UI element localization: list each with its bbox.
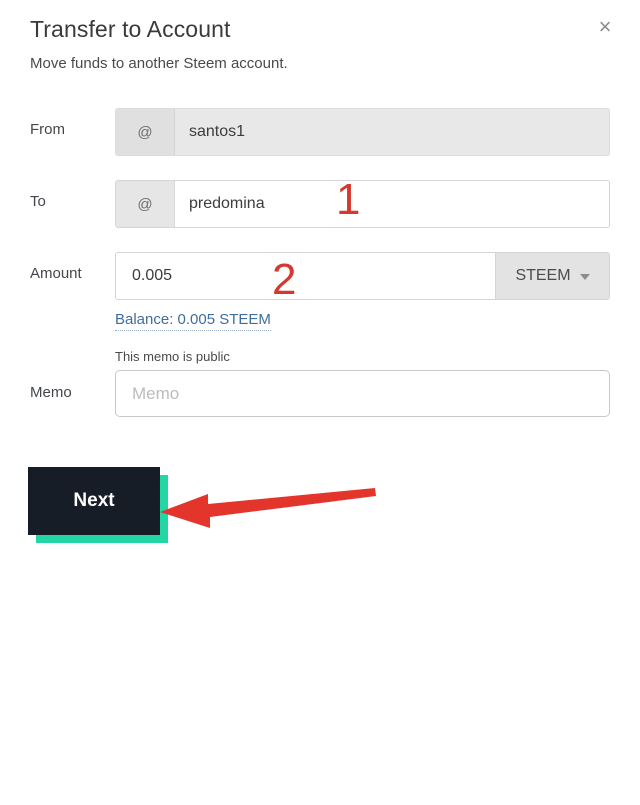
from-input-group: @ xyxy=(115,108,610,156)
form-row-to: To @ xyxy=(0,180,640,228)
at-symbol-icon: @ xyxy=(116,181,175,227)
asset-select-value: STEEM xyxy=(515,267,571,284)
form-row-memo: Memo This memo is public xyxy=(0,349,640,417)
dialog-header: Transfer to Account Move funds to anothe… xyxy=(30,14,610,75)
memo-hint: This memo is public xyxy=(115,349,230,364)
from-field-wrap: @ xyxy=(115,108,640,156)
amount-input[interactable] xyxy=(116,253,495,299)
to-input[interactable] xyxy=(175,181,609,227)
next-button-wrap: Next xyxy=(28,467,168,543)
annotation-arrow xyxy=(160,488,376,528)
from-input[interactable] xyxy=(175,109,609,155)
form-row-amount: Amount STEEM Balance: 0.005 STEEM xyxy=(0,252,640,331)
amount-field-wrap: STEEM Balance: 0.005 STEEM xyxy=(115,252,640,331)
transfer-dialog: Transfer to Account Move funds to anothe… xyxy=(0,0,640,805)
memo-label: Memo xyxy=(30,384,72,401)
amount-input-group: STEEM xyxy=(115,252,610,300)
to-label: To xyxy=(30,193,46,210)
dialog-subtitle: Move funds to another Steem account. xyxy=(30,55,288,72)
form-row-from: From @ xyxy=(0,108,640,156)
amount-label: Amount xyxy=(30,265,82,282)
at-symbol-icon: @ xyxy=(116,109,175,155)
balance-link[interactable]: Balance: 0.005 STEEM xyxy=(115,311,271,331)
close-icon[interactable]: × xyxy=(588,10,622,44)
asset-select[interactable]: STEEM xyxy=(495,253,609,299)
chevron-down-icon xyxy=(579,274,590,280)
page-title: Transfer to Account xyxy=(30,16,231,42)
memo-field-wrap: This memo is public xyxy=(115,349,640,417)
to-input-group: @ xyxy=(115,180,610,228)
memo-input[interactable] xyxy=(115,370,610,417)
to-field-wrap: @ xyxy=(115,180,640,228)
transfer-form: From @ To @ Amount xyxy=(0,108,640,417)
next-button[interactable]: Next xyxy=(28,467,160,535)
from-label: From xyxy=(30,121,65,138)
